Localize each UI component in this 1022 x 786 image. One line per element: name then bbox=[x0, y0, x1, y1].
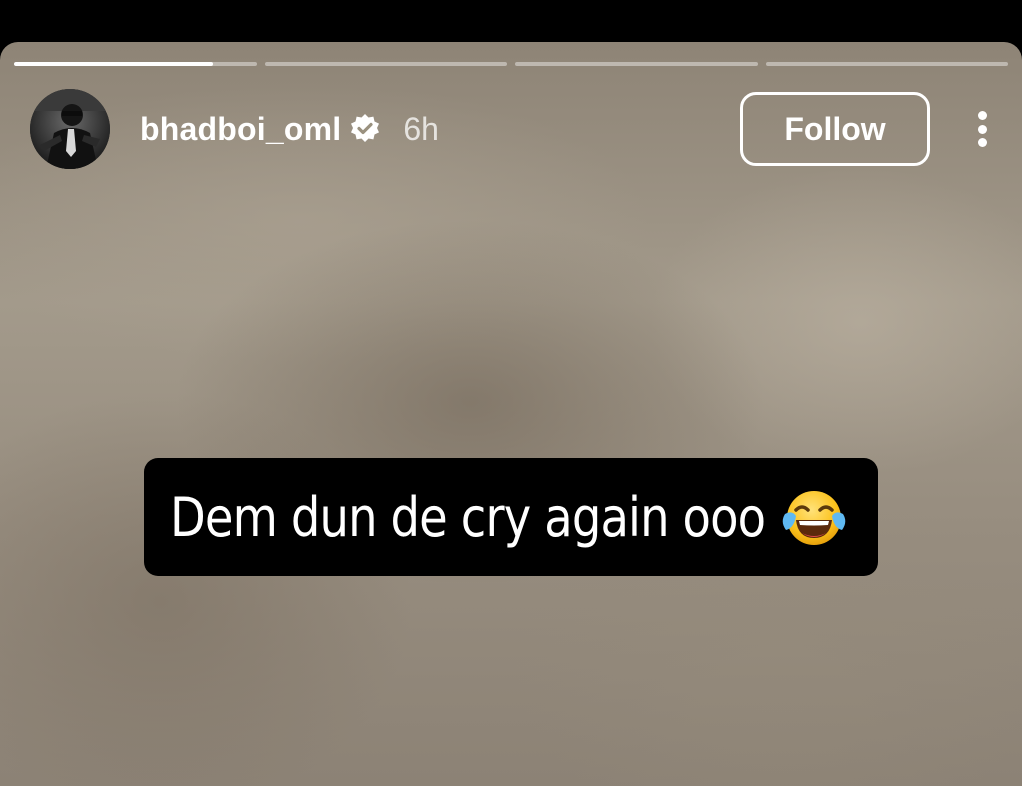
story-username[interactable]: bhadboi_oml bbox=[140, 111, 341, 148]
more-options-icon[interactable] bbox=[972, 105, 992, 153]
progress-segment bbox=[14, 62, 257, 66]
story-header: bhadboi_oml 6h Follow bbox=[30, 88, 992, 170]
face-with-tears-of-joy-emoji bbox=[782, 486, 846, 550]
screen: bhadboi_oml 6h Follow Dem dun de cry aga… bbox=[0, 0, 1022, 786]
avatar[interactable] bbox=[30, 89, 110, 169]
story-viewer[interactable]: bhadboi_oml 6h Follow Dem dun de cry aga… bbox=[0, 42, 1022, 786]
progress-segment bbox=[515, 62, 758, 66]
story-caption-text: Dem dun de cry again ooo bbox=[170, 485, 766, 549]
story-caption-box: Dem dun de cry again ooo bbox=[144, 458, 878, 576]
more-dot bbox=[977, 111, 987, 120]
story-timestamp: 6h bbox=[403, 110, 439, 147]
more-dot bbox=[977, 138, 987, 147]
progress-segment bbox=[765, 62, 1008, 66]
more-dot bbox=[977, 124, 987, 134]
follow-button[interactable]: Follow bbox=[740, 92, 930, 166]
progress-segment-fill bbox=[14, 62, 213, 66]
story-progress-bar bbox=[14, 62, 1008, 66]
progress-segment bbox=[264, 62, 507, 66]
verified-badge-icon bbox=[349, 113, 381, 145]
